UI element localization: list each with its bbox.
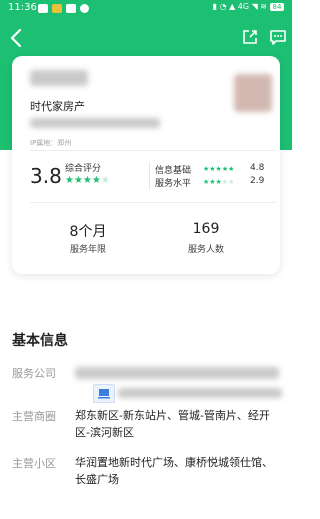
status-right: ▮ ◔ ▲ 4G ◥ ≋ 84 bbox=[213, 2, 284, 11]
rating-stars-info: ★★★★★ bbox=[203, 165, 235, 173]
business-area-value: 郑东新区-新东站片、管城-管南片、经开区-滨河新区 bbox=[75, 409, 270, 439]
service-years-label: 服务年限 bbox=[69, 245, 106, 255]
message-icon[interactable] bbox=[269, 28, 287, 46]
business-area-label: 主营商圈 bbox=[12, 410, 56, 423]
vertical-divider bbox=[149, 162, 150, 190]
divider bbox=[30, 150, 276, 151]
notification-icon bbox=[80, 4, 89, 13]
service-count-value: 169 bbox=[192, 221, 220, 237]
status-bar: 11:36 ▮ ◔ ▲ 4G ◥ ≋ 84 bbox=[0, 0, 292, 18]
company-name-redacted bbox=[118, 388, 282, 398]
overall-score: 3.8 bbox=[30, 164, 62, 188]
agent-card: 时代家房产 IP属地：郑州 3.8 综合评分 ★★★★★ 信息基础 ★★★★★ … bbox=[12, 56, 280, 274]
avatar[interactable] bbox=[234, 74, 272, 112]
rating-label-service: 服务水平 bbox=[155, 179, 192, 189]
main-community-label: 主营小区 bbox=[12, 457, 56, 470]
main-community-value: 华润置地新时代广场、康桥悦城领仕馆、长盛广场 bbox=[75, 456, 273, 486]
rating-value-service: 2.9 bbox=[250, 176, 265, 186]
service-count-label: 服务人数 bbox=[187, 245, 224, 255]
ip-location: IP属地：郑州 bbox=[30, 139, 72, 147]
chevron-left-icon[interactable] bbox=[6, 26, 28, 50]
basic-info-title: 基本信息 bbox=[12, 333, 68, 349]
nav-bar bbox=[0, 22, 292, 56]
overall-rating-stars: ★★★★★ bbox=[65, 175, 110, 186]
service-company-label: 服务公司 bbox=[12, 367, 56, 380]
divider bbox=[30, 202, 276, 203]
service-company-redacted bbox=[75, 367, 279, 379]
rating-stars-service: ★★★★★ bbox=[203, 178, 235, 186]
battery-icon: 84 bbox=[270, 2, 284, 11]
overall-score-label: 综合评分 bbox=[65, 164, 102, 174]
share-icon[interactable] bbox=[241, 28, 259, 46]
company-badge-icon[interactable] bbox=[93, 384, 115, 403]
notification-icon bbox=[52, 4, 62, 13]
rating-value-info: 4.8 bbox=[250, 163, 265, 173]
company-name: 时代家房产 bbox=[30, 100, 85, 113]
status-time: 11:36 bbox=[8, 2, 37, 13]
rating-label-info: 信息基础 bbox=[155, 166, 192, 176]
notification-icon bbox=[66, 4, 76, 13]
agent-detail-redacted bbox=[30, 118, 160, 128]
agent-name-redacted bbox=[30, 70, 88, 86]
notification-icon bbox=[38, 4, 48, 13]
service-years-value: 8个月 bbox=[69, 224, 107, 240]
